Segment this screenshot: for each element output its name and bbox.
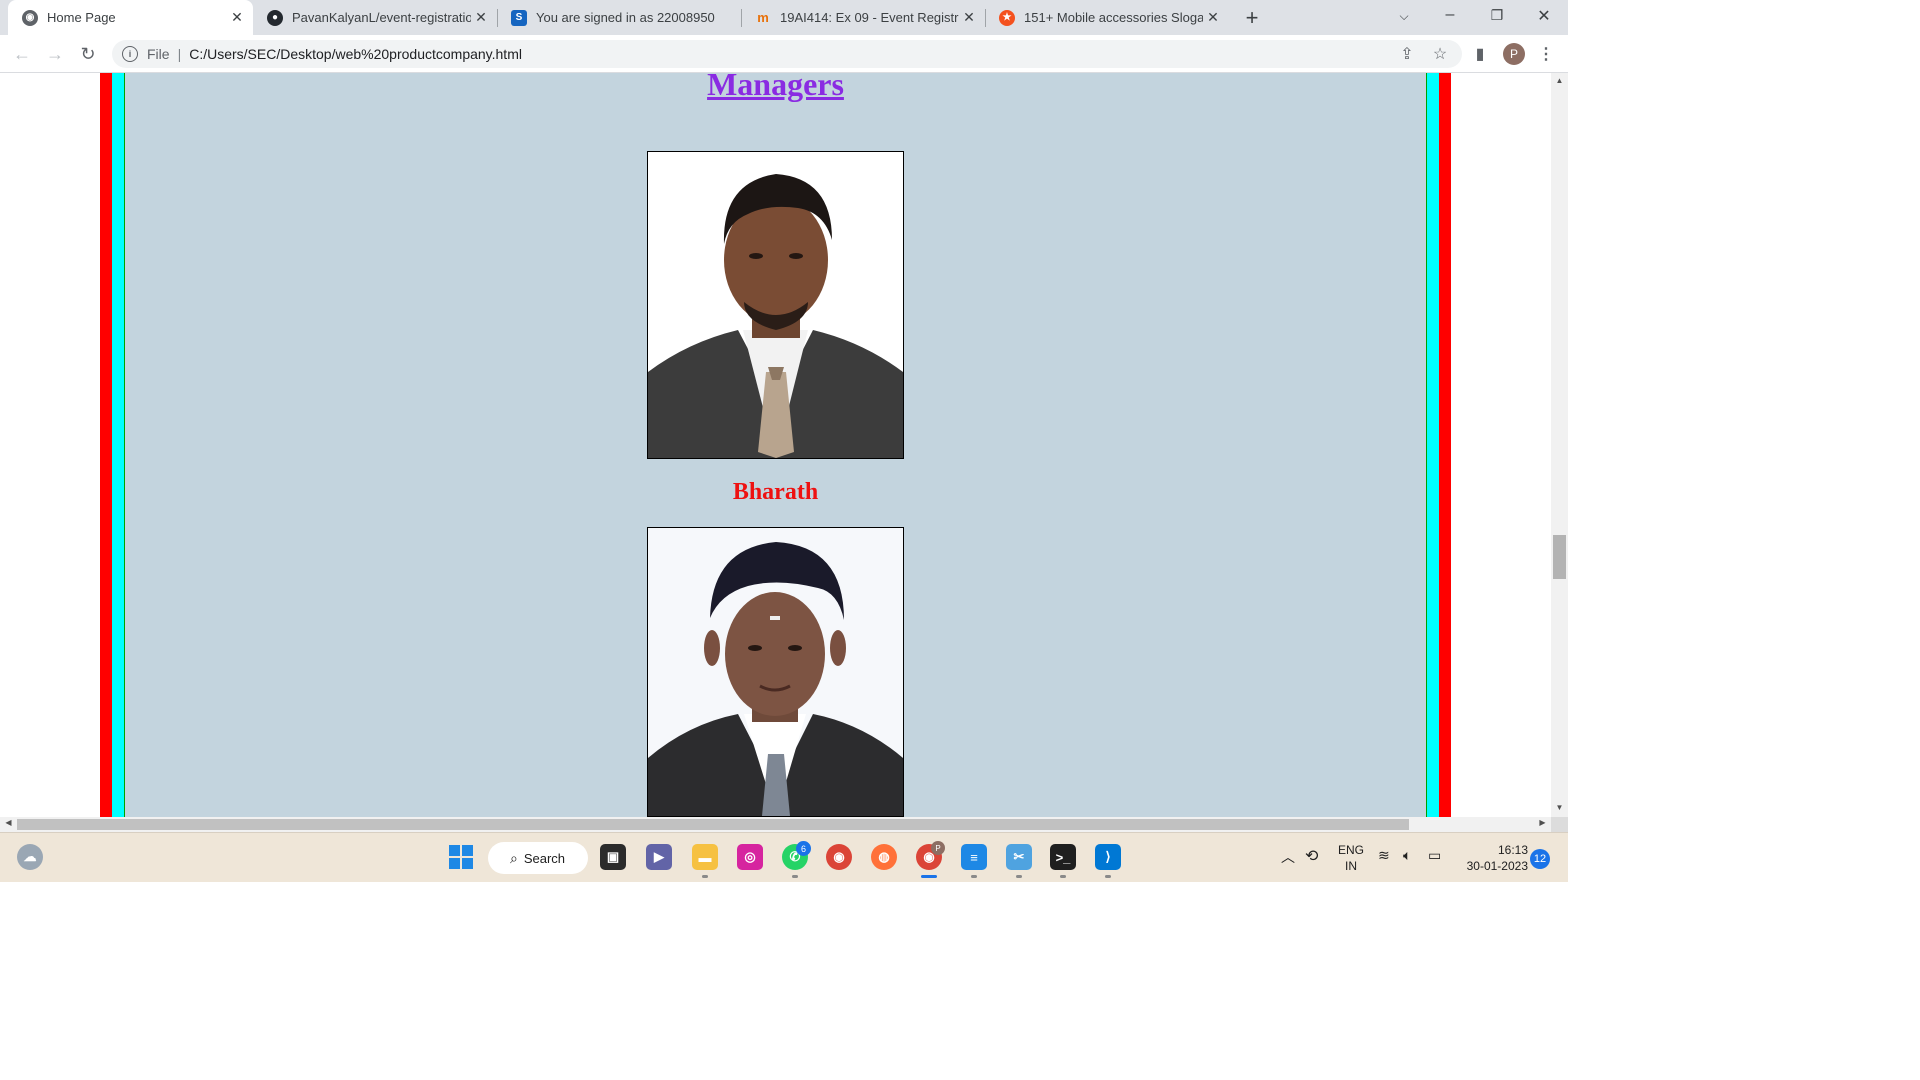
firefox-icon[interactable]: ◍ (871, 844, 897, 870)
right-red-border (1439, 73, 1451, 817)
horizontal-scroll-thumb[interactable] (17, 819, 1409, 830)
browser-toolbar: ← → ↻ i File | C:/Users/SEC/Desktop/web%… (0, 35, 1568, 73)
tab-title: 19AI414: Ex 09 - Event Registratic (780, 10, 959, 25)
scroll-down-arrow-icon[interactable]: ▼ (1551, 803, 1568, 812)
manager-photo (647, 151, 904, 459)
address-separator: | (177, 46, 182, 62)
running-indicator (792, 875, 798, 878)
globe-icon: ◉ (22, 9, 38, 26)
language-indicator[interactable]: ENG IN (1336, 842, 1366, 874)
wifi-icon[interactable]: ≋ (1378, 847, 1390, 864)
teams-chat-icon[interactable]: ▶ (646, 844, 672, 870)
new-tab-icon[interactable]: + (1241, 5, 1263, 31)
search-icon: ⌕ (510, 849, 518, 866)
running-indicator (702, 875, 708, 878)
sync-icon[interactable]: ⟲ (1305, 846, 1318, 866)
weather-widget-icon[interactable]: ☁ (17, 844, 43, 870)
scroll-right-arrow-icon[interactable]: ▶ (1535, 818, 1550, 827)
address-bar[interactable]: i File | C:/Users/SEC/Desktop/web%20prod… (112, 40, 1462, 68)
tab-slogans[interactable]: ★ 151+ Mobile accessories Slogans ✕ (985, 0, 1229, 35)
tab-strip: ◉ Home Page ✕ ● PavanKalyanL/event-regis… (0, 0, 1568, 35)
manager-photo (647, 527, 904, 817)
tab-title: 151+ Mobile accessories Slogans (1024, 10, 1203, 25)
horizontal-scrollbar[interactable]: ◀ ▶ (0, 817, 1551, 832)
file-explorer-icon[interactable]: ▬ (692, 844, 718, 870)
notepad-icon[interactable]: ≡ (961, 844, 987, 870)
right-cyan-border (1427, 73, 1439, 817)
scroll-corner (1551, 817, 1568, 832)
page-content: Managers Bharath (125, 73, 1426, 817)
tab-title: You are signed in as 22008950 (536, 10, 715, 25)
tab-event-registration[interactable]: m 19AI414: Ex 09 - Event Registratic ✕ (741, 0, 985, 35)
terminal-icon[interactable]: >_ (1050, 844, 1076, 870)
github-icon: ● (267, 9, 283, 26)
close-tab-icon[interactable]: ✕ (1203, 9, 1223, 26)
windows-logo (449, 845, 473, 869)
tab-signed-in[interactable]: S You are signed in as 22008950 ✕ (497, 0, 741, 35)
manager-portrait-image (648, 152, 903, 458)
tab-search-chevron-icon[interactable]: ⌵ (1392, 9, 1416, 24)
close-window-icon[interactable]: ✕ (1532, 6, 1556, 26)
minimize-icon[interactable]: – (1438, 6, 1462, 24)
running-indicator (1016, 875, 1022, 878)
left-red-border (100, 73, 112, 817)
url-text[interactable]: C:/Users/SEC/Desktop/web%20productcompan… (189, 46, 522, 62)
managers-heading[interactable]: Managers (125, 73, 1426, 103)
scheme-label: File (147, 46, 170, 62)
s-app-icon: S (511, 9, 527, 26)
left-cyan-border (112, 73, 124, 817)
windows-taskbar: ☁ ⌕ Search ▣ ▶ ▬ ◎ ✆ 6 ◉ ◍ ◉ P ≡ ✂ >_ ⟩ … (0, 832, 1568, 882)
taskbar-search[interactable]: ⌕ Search (488, 842, 588, 874)
running-indicator (1060, 875, 1066, 878)
side-panel-icon[interactable]: ▮ (1468, 42, 1492, 66)
running-indicator (1105, 875, 1111, 878)
windows-start-icon[interactable] (448, 844, 474, 870)
language-line2: IN (1345, 859, 1357, 873)
search-label: Search (523, 850, 566, 866)
language-line1: ENG (1337, 843, 1364, 857)
close-tab-icon[interactable]: ✕ (227, 9, 247, 26)
battery-icon[interactable]: ▭ (1428, 847, 1441, 864)
clock-date: 30-01-2023 (1466, 859, 1528, 873)
info-icon[interactable]: i (122, 46, 138, 62)
task-view-icon[interactable]: ▣ (600, 844, 626, 870)
tab-close-placeholder: ✕ (715, 9, 735, 26)
tab-home-page[interactable]: ◉ Home Page ✕ (8, 0, 253, 35)
scroll-up-arrow-icon[interactable]: ▲ (1551, 76, 1568, 85)
snipping-tool-icon[interactable]: ✂ (1006, 844, 1032, 870)
star-badge-icon: ★ (999, 9, 1015, 26)
forward-arrow-icon[interactable]: → (43, 42, 67, 66)
menu-kebab-icon[interactable]: ⋮ (1534, 42, 1558, 66)
chrome-icon[interactable]: ◉ (826, 844, 852, 870)
close-tab-icon[interactable]: ✕ (471, 9, 491, 26)
show-hidden-icons-chevron-icon[interactable]: ︿ (1281, 847, 1295, 867)
vertical-scroll-thumb[interactable] (1553, 535, 1566, 579)
scroll-left-arrow-icon[interactable]: ◀ (1, 818, 16, 827)
chrome-profile-badge: P (931, 841, 945, 855)
running-indicator (971, 875, 977, 878)
volume-icon[interactable]: 🔈︎ (1403, 847, 1411, 864)
tab-title: Home Page (47, 10, 116, 25)
profile-avatar[interactable]: P (1503, 43, 1525, 65)
tab-github[interactable]: ● PavanKalyanL/event-registration ✕ (253, 0, 497, 35)
restore-icon[interactable]: ❐ (1485, 7, 1509, 24)
manager-name: Bharath (732, 479, 819, 505)
bookmark-star-icon[interactable]: ☆ (1428, 42, 1452, 66)
clock[interactable]: 16:13 30-01-2023 (1458, 842, 1528, 874)
share-icon[interactable]: ⇪ (1395, 42, 1419, 66)
notification-count-badge[interactable]: 12 (1530, 849, 1550, 869)
clock-time: 16:13 (1497, 843, 1528, 857)
moodle-icon: m (757, 10, 769, 25)
back-arrow-icon[interactable]: ← (10, 42, 34, 66)
active-app-indicator (921, 875, 937, 878)
page-viewport: Managers Bharath (0, 73, 1551, 817)
vscode-icon[interactable]: ⟩ (1095, 844, 1121, 870)
whatsapp-badge: 6 (796, 841, 811, 856)
close-tab-icon[interactable]: ✕ (959, 9, 979, 26)
vertical-scrollbar[interactable]: ▲ ▼ (1551, 73, 1568, 817)
tab-title: PavanKalyanL/event-registration (292, 10, 471, 25)
manager-portrait-image (648, 528, 903, 816)
reload-icon[interactable]: ↻ (76, 42, 100, 66)
instagram-icon[interactable]: ◎ (737, 844, 763, 870)
